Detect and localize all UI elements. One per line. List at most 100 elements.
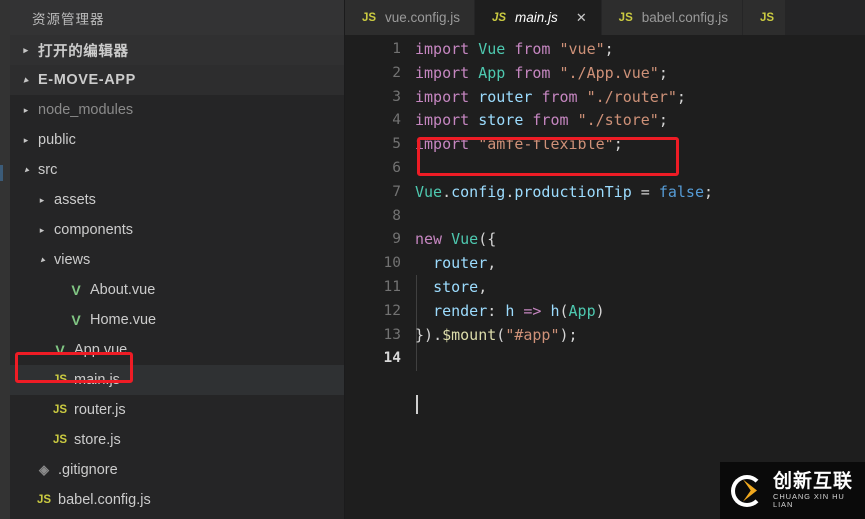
line-number: 10 [383,255,401,272]
tree-item-label: src [38,162,58,178]
tree-item-package-lock-json[interactable]: .{}package-lock.json [10,515,344,519]
code-line: import router from "./router"; [415,87,686,106]
git-file-icon: ◈ [39,462,49,477]
tree-item-label: Home.vue [90,312,157,328]
tree-item-label: views [54,252,91,268]
chevron-right-icon[interactable] [18,136,34,145]
line-number: 1 [392,41,401,57]
explorer-section-label: 打开的编辑器 [38,43,129,60]
vue-file-icon: V [55,342,65,358]
tree-item-label: store.js [74,432,121,448]
line-number: 5 [392,136,401,153]
code-line: }).$mount("#app"); [415,325,578,344]
editor-tab-label: main.js [515,10,558,25]
tree-item-label: .gitignore [58,462,118,478]
js-file-icon: JS [492,11,507,24]
watermark-title: 创新互联 [773,470,854,493]
tree-item-src[interactable]: src [10,155,344,185]
activity-bar[interactable] [0,0,10,519]
line-number: 2 [392,64,401,81]
chevron-right-icon[interactable] [34,226,50,235]
line-number: 12 [383,302,401,319]
tree-item-about-vue[interactable]: . V About.vue [10,275,344,305]
tree-item-label: babel.config.js [58,492,151,508]
vscode-window: 资源管理器 打开的编辑器 E-MOVE-APP node_modulespublic… [0,0,865,519]
tree-item-label: assets [54,192,96,208]
tree-item-views[interactable]: views [10,245,344,275]
tree-item-app-vue[interactable]: . V App.vue [10,335,344,365]
editor-tab-vue-config-js[interactable]: JS vue.config.js [345,0,476,35]
explorer-section-project[interactable]: E-MOVE-APP [10,65,344,95]
code-content[interactable]: import Vue from "vue"; import App from ".… [415,35,865,519]
chevron-down-icon[interactable] [34,256,50,265]
editor-tab-label: babel.config.js [641,10,729,25]
tree-item-babel-config-js[interactable]: .JS babel.config.js [10,485,344,515]
tree-item-label: components [54,222,133,238]
line-number: 6 [392,160,401,176]
chevron-right-icon[interactable] [34,196,50,205]
code-line: router, [433,254,497,273]
js-file-icon: JS [52,434,68,446]
logo-icon [729,471,769,511]
code-editor[interactable]: 1 2 3 4 5 6 7 8 9 10 11 12 13 14 import Vue from "vue… [345,35,865,519]
tree-item-label: node_modules [38,102,134,118]
explorer-section-label: E-MOVE-APP [38,72,136,88]
watermark-subtitle: CHUANG XIN HU LIAN [773,492,845,509]
js-file-icon: JS [52,374,68,386]
twisty-spacer: . [34,436,50,445]
chevron-down-icon[interactable] [18,166,34,175]
js-file-icon: JS [36,494,52,506]
editor-tab-overflow[interactable]: JS [743,0,787,35]
code-line: store, [433,278,488,296]
tree-item-router-js[interactable]: .JS router.js [10,395,344,425]
twisty-spacer: . [34,376,50,385]
editor-tab-babel-config-js[interactable]: JS babel.config.js [601,0,744,35]
line-number: 13 [383,326,401,343]
line-number: 4 [392,112,401,129]
tree-item--gitignore[interactable]: . ◈ .gitignore [10,455,344,485]
line-number: 3 [392,88,401,105]
chevron-right-icon[interactable] [18,46,34,55]
js-file-icon: JS [52,404,68,416]
code-line: import store from "./store"; [415,111,668,130]
tree-item-node-modules[interactable]: node_modules [10,95,344,125]
editor-tab-bar[interactable]: JS vue.config.js JS main.js ✕ JS babel.config.… [345,0,865,35]
line-number: 9 [392,231,401,248]
tree-item-store-js[interactable]: .JS store.js [10,425,344,455]
js-file-icon: JS [618,11,633,24]
twisty-spacer: . [18,466,34,475]
twisty-spacer: . [18,496,34,505]
tree-item-label: App.vue [74,342,128,358]
chevron-down-icon[interactable] [18,76,34,85]
code-line: render: h => h(App) [433,301,605,320]
chevron-right-icon[interactable] [18,106,34,115]
js-file-icon: JS [361,11,377,24]
tree-item-label: main.js [74,372,120,388]
tree-item-label: router.js [74,402,126,418]
explorer-title: 资源管理器 [10,0,344,35]
tree-item-components[interactable]: components [10,215,344,245]
tree-item-home-vue[interactable]: . V Home.vue [10,305,344,335]
explorer-section-open-editors[interactable]: 打开的编辑器 [10,35,344,65]
activity-bar-active-indicator [0,165,3,181]
line-number-gutter: 1 2 3 4 5 6 7 8 9 10 11 12 13 14 [345,35,411,519]
editor-tab-main-js[interactable]: JS main.js ✕ [475,0,602,35]
code-line: import App from "./App.vue"; [415,63,668,82]
tree-item-label: public [38,132,76,148]
line-number: 11 [383,279,401,295]
code-line: import Vue from "vue"; [415,40,614,58]
file-tree[interactable]: 打开的编辑器 E-MOVE-APP node_modulespublic src ass… [10,35,344,519]
editor-tab-label: vue.config.js [385,10,461,25]
line-number: 14 [383,350,401,367]
explorer-sidebar: 资源管理器 打开的编辑器 E-MOVE-APP node_modulespublic… [10,0,345,519]
tree-item-main-js[interactable]: .JS main.js [10,365,344,395]
tree-item-assets[interactable]: assets [10,185,344,215]
editor-group: JS vue.config.js JS main.js ✕ JS babel.config.… [345,0,865,519]
close-icon[interactable]: ✕ [576,11,587,24]
twisty-spacer: . [34,346,50,355]
vue-file-icon: V [71,312,81,328]
twisty-spacer: . [50,316,66,325]
line-number: 8 [392,207,401,224]
text-cursor [416,395,418,414]
tree-item-public[interactable]: public [10,125,344,155]
